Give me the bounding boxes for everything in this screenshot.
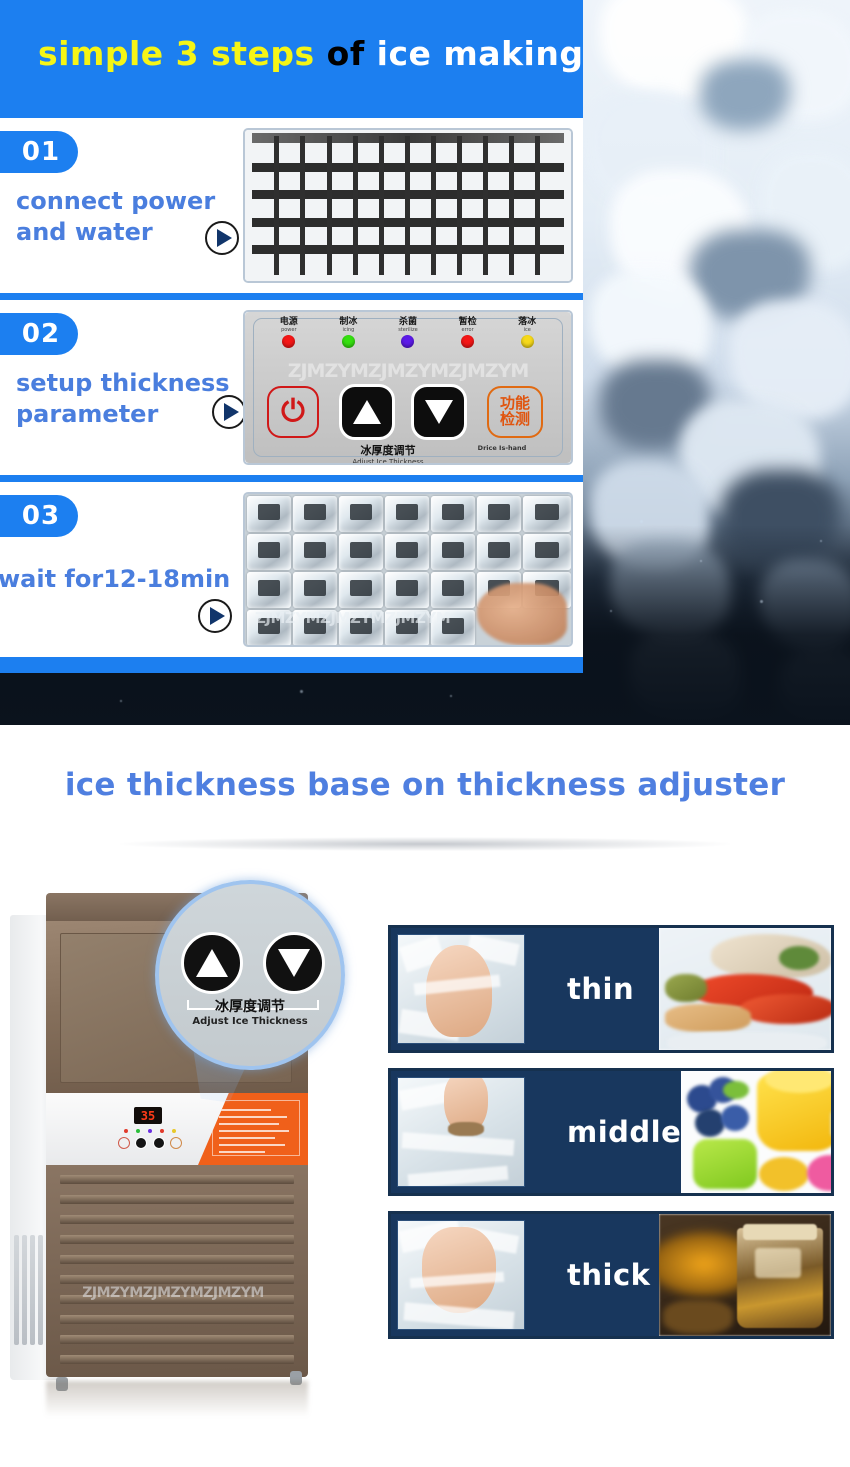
- title-part-yellow: simple 3 steps: [38, 34, 315, 73]
- machine-up-button[interactable]: [135, 1137, 148, 1149]
- led-label-en: icing: [342, 327, 355, 334]
- watermark-text: ZJMZYMZJMZYMZJMZYM: [255, 609, 451, 627]
- arrow-up-icon: [353, 400, 381, 424]
- function-label-line2: 检测: [499, 410, 530, 428]
- thickness-rows: thin middle thick: [388, 925, 834, 1339]
- circle-arrow-right-icon: [212, 395, 246, 429]
- machine-orange-label-panel: [198, 1093, 308, 1165]
- function-button-caption: Drice Is-hand: [477, 444, 527, 452]
- step-text-03: wait for12-18min: [0, 565, 231, 593]
- thickness-label-thin: thin: [567, 972, 635, 1006]
- step-row-01: 01 connect power and water: [0, 118, 583, 293]
- led-label-cn: 制冰: [339, 317, 358, 327]
- led-label-cn: 杀菌: [398, 317, 417, 327]
- thickness-down-button[interactable]: [411, 384, 467, 440]
- power-icon: ⏻: [281, 394, 305, 429]
- led-label-en: power: [281, 327, 297, 334]
- control-panel-photo: 电源 power 制冰 icing 杀菌 sterilize 暂检 error …: [243, 310, 573, 465]
- step-row-02: 02 setup thickness parameter 电源 power 制冰: [0, 300, 583, 475]
- machine-lower-grille: [46, 1165, 308, 1377]
- machine-function-button[interactable]: [169, 1137, 182, 1149]
- step-badge-02: 02: [0, 313, 78, 355]
- step-row-03: 03 wait for12-18min ZJMZYMZJMZYMZJMZYM: [0, 482, 583, 657]
- led-indicator-group: 电源 power 制冰 icing 杀菌 sterilize 暂检 error …: [259, 317, 557, 349]
- thickness-heading-section: ice thickness base on thickness adjuster: [0, 725, 850, 875]
- heading-shadow-divider: [120, 837, 730, 851]
- page-title: simple 3 steps of ice making: [38, 34, 583, 73]
- led-dot-error: [461, 335, 475, 349]
- section-heading: ice thickness base on thickness adjuster: [64, 767, 786, 803]
- led-indicator: 暂检 error: [438, 317, 498, 349]
- callout-down-button[interactable]: [263, 932, 325, 994]
- steps-frame: 01 connect power and water 02 setup thic…: [0, 110, 583, 673]
- thickness-label-middle: middle: [567, 1115, 682, 1149]
- title-part-white: ice making: [376, 34, 584, 73]
- callout-label-en: Adjust Ice Thickness: [192, 1016, 308, 1027]
- machine-control-strip: 35: [46, 1093, 308, 1165]
- fruit-drinks-photo: [681, 1071, 831, 1193]
- callout-bubble: 冰厚度调节 Adjust Ice Thickness: [155, 880, 345, 1070]
- led-dot-icing: [341, 335, 355, 349]
- thick-ice-finger-photo: [397, 1220, 525, 1330]
- thickness-label-thick: thick: [567, 1258, 651, 1292]
- steps-section: simple 3 steps of ice making 01 connect …: [0, 0, 850, 725]
- middle-ice-finger-photo: [397, 1077, 525, 1187]
- thickness-adjust-label: 冰厚度调节 Adjust Ice Thickness: [323, 442, 453, 465]
- thickness-label-en: Adjust Ice Thickness: [352, 458, 424, 465]
- function-check-button[interactable]: 功能 检测: [487, 386, 543, 438]
- callout-label-cn: 冰厚度调节: [215, 999, 285, 1015]
- title-part-black: of: [314, 34, 377, 73]
- led-label-en: error: [461, 327, 474, 334]
- arrow-down-icon: [425, 400, 453, 424]
- step-badge-01: 01: [0, 131, 78, 173]
- watermark-text: ZJMZYMZJMZYMZJMZYM: [287, 360, 530, 382]
- circle-arrow-right-icon: [205, 221, 239, 255]
- thin-ice-finger-photo: [397, 934, 525, 1044]
- led-label-en: ice: [523, 327, 531, 334]
- led-label-cn: 电源: [279, 317, 298, 327]
- whiskey-glass-photo: [659, 1214, 831, 1336]
- machine-down-button[interactable]: [152, 1137, 165, 1149]
- power-button[interactable]: ⏻: [267, 386, 319, 438]
- thickness-up-button[interactable]: [339, 384, 395, 440]
- machine-power-button[interactable]: [118, 1137, 130, 1149]
- evaporator-grid-photo: [243, 128, 573, 283]
- thickness-adjuster-callout: 冰厚度调节 Adjust Ice Thickness: [155, 880, 345, 1070]
- arrow-up-icon: [196, 949, 228, 977]
- led-indicator: 落冰 ice: [497, 317, 557, 349]
- machine-digital-display: 35: [134, 1107, 162, 1124]
- header-banner: simple 3 steps of ice making: [0, 0, 583, 110]
- watermark-text: ZJMZYMZJMZYMZJMZYM: [82, 1285, 264, 1301]
- thickness-row-thin: thin: [388, 925, 834, 1053]
- led-dot-ice: [520, 335, 534, 349]
- machine-led-row: [124, 1129, 176, 1133]
- thickness-row-middle: middle: [388, 1068, 834, 1196]
- machine-button-row[interactable]: [118, 1137, 182, 1149]
- led-dot-power: [282, 335, 296, 349]
- led-dot-sterilize: [401, 335, 415, 349]
- instruction-card: [212, 1100, 300, 1156]
- thickness-row-thick: thick: [388, 1211, 834, 1339]
- thickness-label-cn: 冰厚度调节: [360, 444, 416, 457]
- led-indicator: 电源 power: [259, 317, 319, 349]
- machine-floor-reflection: [46, 1381, 308, 1417]
- step-badge-03: 03: [0, 495, 78, 537]
- seafood-photo: [659, 928, 831, 1050]
- callout-up-button[interactable]: [181, 932, 243, 994]
- led-label-en: sterilize: [398, 327, 418, 334]
- led-label-cn: 落冰: [518, 317, 537, 327]
- finished-ice-cubes-photo: ZJMZYMZJMZYMZJMZYM: [243, 492, 573, 647]
- led-indicator: 制冰 icing: [319, 317, 379, 349]
- hand-in-photo: [477, 583, 567, 645]
- circle-arrow-right-icon: [198, 599, 232, 633]
- arrow-down-icon: [278, 949, 310, 977]
- led-label-cn: 暂检: [458, 317, 477, 327]
- thickness-comparison-section: 35 ZJMZYMZJMZYMZJMZYM 冰厚度调节 Adjust Ice T…: [0, 875, 850, 1467]
- led-indicator: 杀菌 sterilize: [378, 317, 438, 349]
